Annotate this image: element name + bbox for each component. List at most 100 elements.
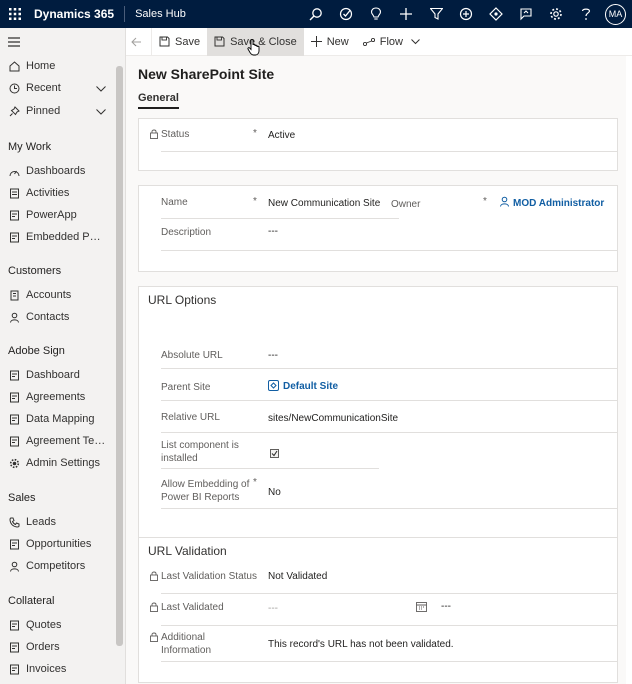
sidebar-item-invoices[interactable]: Invoices xyxy=(0,659,114,679)
sidebar-section-customers: Customers xyxy=(8,265,62,277)
sidebar-item-orders[interactable]: Orders xyxy=(0,637,114,657)
flow-icon xyxy=(362,37,375,46)
sidebar-item-admin-settings[interactable]: Admin Settings xyxy=(0,453,114,473)
sidebar-item-activities[interactable]: Activities xyxy=(0,183,114,203)
sitemap-sidebar: Home Recent Pinned My Work Dashboards Ac… xyxy=(0,28,126,684)
brand-name[interactable]: Dynamics 365 xyxy=(30,6,126,22)
new-button-label: New xyxy=(326,35,349,48)
required-indicator: * xyxy=(253,477,257,488)
user-avatar[interactable]: MA xyxy=(605,3,626,25)
top-navigation-bar: Dynamics 365 Sales Hub MA xyxy=(0,0,632,28)
task-icon[interactable] xyxy=(331,0,361,28)
sidebar-item-powerapp[interactable]: PowerApp xyxy=(0,205,114,225)
parent-site-link[interactable]: Default Site xyxy=(283,381,338,392)
sidebar-item-accounts[interactable]: Accounts xyxy=(0,285,114,305)
add-icon[interactable] xyxy=(391,0,421,28)
hamburger-menu-icon[interactable] xyxy=(8,36,20,50)
sidebar-item-label: Recent xyxy=(26,82,61,94)
list-component-checkbox[interactable] xyxy=(270,449,279,458)
sidebar-section-adobe-sign: Adobe Sign xyxy=(8,345,65,357)
save-button[interactable]: Save xyxy=(152,28,207,56)
chevron-down-icon xyxy=(411,38,420,44)
help-icon[interactable] xyxy=(571,0,601,28)
sidebar-item-dashboard[interactable]: Dashboard xyxy=(0,365,114,385)
flow-button[interactable]: Flow xyxy=(356,28,432,56)
person-icon xyxy=(0,561,26,572)
required-indicator: * xyxy=(253,128,257,139)
home-icon xyxy=(0,60,26,72)
sidebar-item-label: Pinned xyxy=(26,105,61,117)
diamond-icon[interactable] xyxy=(481,0,511,28)
sidebar-item-quotes[interactable]: Quotes xyxy=(0,615,114,635)
chevron-down-icon[interactable] xyxy=(96,106,106,118)
form-scrollbar[interactable] xyxy=(626,56,632,684)
document-icon xyxy=(0,210,26,221)
sidebar-item-agreement-templates[interactable]: Agreement Templ... xyxy=(0,431,114,451)
sidebar-item-home[interactable]: Home xyxy=(0,56,114,76)
sidebar-item-embedded-power[interactable]: Embedded Power... xyxy=(0,227,114,247)
sidebar-item-label: Home xyxy=(26,60,56,72)
new-button[interactable]: New xyxy=(304,28,356,56)
name-section: Name * New Communication Site Owner * MO… xyxy=(138,185,618,272)
sidebar-item-label: Activities xyxy=(26,187,70,199)
sidebar-item-competitors[interactable]: Competitors xyxy=(0,556,114,576)
description-input[interactable]: --- xyxy=(268,226,278,237)
document-icon xyxy=(0,232,26,243)
dashboard-icon xyxy=(0,166,26,177)
status-section: Status * Active xyxy=(138,118,618,171)
assistant-icon[interactable] xyxy=(511,0,541,28)
sidebar-item-label: Quotes xyxy=(26,619,62,631)
save-icon xyxy=(159,36,170,47)
phone-icon xyxy=(0,517,26,528)
sidebar-item-label: Data Mapping xyxy=(26,413,95,425)
owner-label: Owner xyxy=(391,199,421,210)
sidebar-item-label: Orders xyxy=(26,641,60,653)
last-validated-time: --- xyxy=(441,601,451,612)
person-icon xyxy=(0,312,26,323)
additional-information-label: Additional Information xyxy=(161,632,212,656)
owner-lookup-link[interactable]: MOD Administrator xyxy=(513,198,604,209)
relative-url-input[interactable]: sites/NewCommunicationSite xyxy=(268,413,398,424)
sidebar-item-leads[interactable]: Leads xyxy=(0,512,114,532)
sidebar-item-recent[interactable]: Recent xyxy=(0,78,114,98)
document-icon xyxy=(0,436,26,447)
last-validated-date: --- xyxy=(268,603,278,614)
back-button[interactable] xyxy=(126,27,152,56)
lightbulb-icon[interactable] xyxy=(361,0,391,28)
chevron-down-icon[interactable] xyxy=(96,83,106,95)
sidebar-item-agreements[interactable]: Agreements xyxy=(0,387,114,407)
sidebar-item-pinned[interactable]: Pinned xyxy=(0,101,114,121)
page-title: New SharePoint Site xyxy=(138,66,275,82)
app-name[interactable]: Sales Hub xyxy=(125,8,186,20)
plus-circle-icon[interactable] xyxy=(451,0,481,28)
sidebar-scrollbar[interactable] xyxy=(116,66,123,646)
name-input[interactable]: New Communication Site xyxy=(268,198,380,209)
status-value[interactable]: Active xyxy=(268,130,295,141)
url-validation-title: URL Validation xyxy=(148,544,227,558)
parent-site-label: Parent Site xyxy=(161,382,211,393)
save-close-icon xyxy=(214,36,225,47)
sidebar-item-opportunities[interactable]: Opportunities xyxy=(0,534,114,554)
search-icon[interactable] xyxy=(301,0,331,28)
lock-icon xyxy=(150,631,158,645)
document-icon xyxy=(0,642,26,653)
sidebar-item-dashboards[interactable]: Dashboards xyxy=(0,161,114,181)
document-icon xyxy=(0,620,26,631)
relative-url-label: Relative URL xyxy=(161,412,220,423)
activities-icon xyxy=(0,188,26,199)
url-options-title: URL Options xyxy=(148,293,217,307)
document-icon xyxy=(0,370,26,381)
pin-icon xyxy=(0,105,26,117)
plus-icon xyxy=(310,36,322,47)
tab-general[interactable]: General xyxy=(138,92,179,109)
app-launcher-waffle-icon[interactable] xyxy=(0,0,30,28)
allow-embedding-value[interactable]: No xyxy=(268,487,281,498)
sidebar-item-contacts[interactable]: Contacts xyxy=(0,307,114,327)
absolute-url-value[interactable]: --- xyxy=(268,350,278,361)
calendar-icon xyxy=(416,601,427,615)
form-area: New SharePoint Site General Status * Act… xyxy=(126,56,632,684)
last-validated-label: Last Validated xyxy=(161,602,224,613)
filter-icon[interactable] xyxy=(421,0,451,28)
settings-icon[interactable] xyxy=(541,0,571,28)
sidebar-item-data-mapping[interactable]: Data Mapping xyxy=(0,409,114,429)
